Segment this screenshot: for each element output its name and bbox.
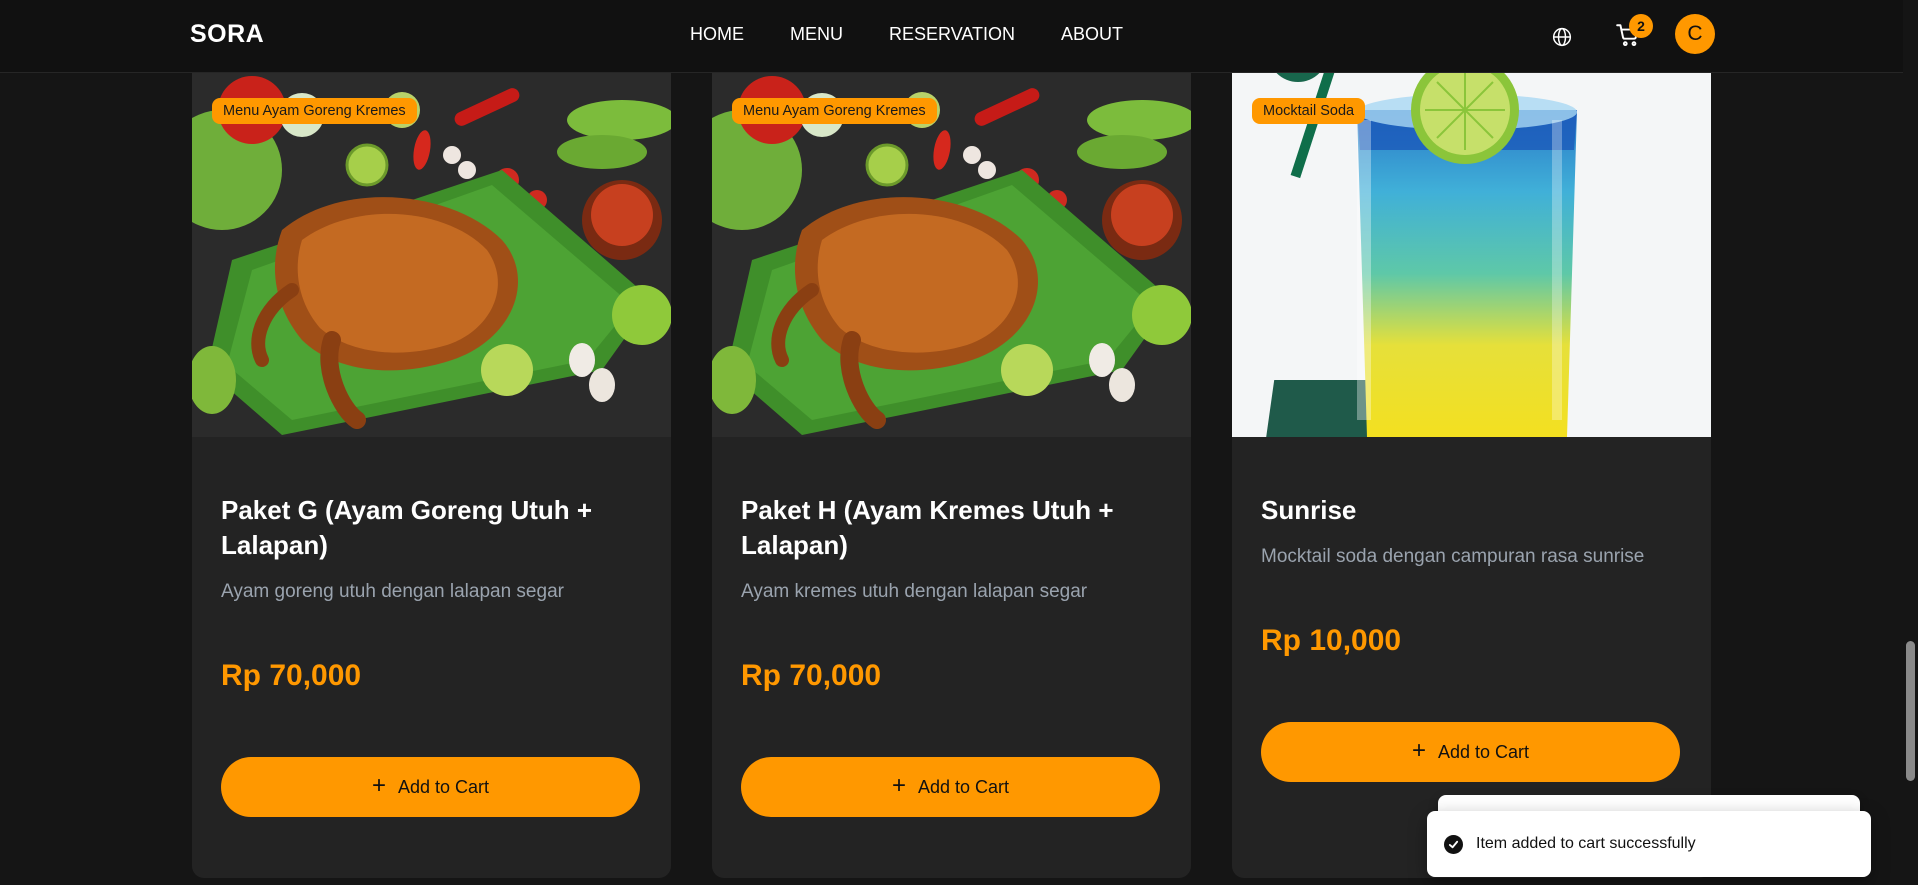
product-description: Mocktail soda dengan campuran rasa sunri… [1261,546,1645,567]
add-to-cart-button[interactable]: + Add to Cart [221,757,640,817]
cart-count-badge: 2 [1629,14,1653,38]
product-image: Menu Ayam Goreng Kremes [712,40,1191,437]
nav-about[interactable]: ABOUT [1061,24,1123,45]
main-nav: HOME MENU RESERVATION ABOUT [690,24,1123,45]
product-card: Menu Ayam Goreng Kremes Paket G (Ayam Go… [192,40,671,878]
cart-button[interactable]: 2 [1611,14,1653,52]
language-button[interactable] [1547,22,1577,52]
add-to-cart-label: Add to Cart [397,776,490,797]
globe-icon [1552,27,1572,46]
product-card: Menu Ayam Goreng Kremes Paket H (Ayam Kr… [712,40,1191,878]
product-price: Rp 70,000 [741,659,882,692]
product-title: Paket G (Ayam Goreng Utuh + Lalapan) [221,495,593,560]
product-image: Menu Ayam Goreng Kremes [192,40,671,437]
plus-icon: + [1411,736,1426,764]
add-to-cart-label: Add to Cart [1437,741,1530,762]
brand-logo[interactable]: SORA [190,20,264,49]
plus-icon: + [891,771,906,799]
header-actions: 2 C [1547,14,1715,54]
product-title: Sunrise [1261,495,1357,525]
product-image: Mocktail Soda [1232,40,1711,437]
product-description: Ayam goreng utuh dengan lalapan segar [221,581,564,602]
product-price: Rp 10,000 [1261,624,1402,657]
product-price: Rp 70,000 [221,659,362,692]
nav-menu[interactable]: MENU [790,24,843,45]
add-to-cart-label: Add to Cart [917,776,1010,797]
category-tag: Menu Ayam Goreng Kremes [732,98,937,124]
product-title: Paket H (Ayam Kremes Utuh + Lalapan) [741,495,1114,560]
add-to-cart-button[interactable]: + Add to Cart [741,757,1160,817]
user-avatar[interactable]: C [1675,14,1715,54]
add-to-cart-button[interactable]: + Add to Cart [1261,722,1680,782]
nav-home[interactable]: HOME [690,24,744,45]
plus-icon: + [371,771,386,799]
toast-notification[interactable]: Item added to cart successfully [1427,811,1871,877]
product-card: Mocktail Soda Sunrise Mocktail soda deng… [1232,40,1711,878]
product-description: Ayam kremes utuh dengan lalapan segar [741,581,1088,602]
check-circle-icon [1444,834,1463,854]
category-tag: Mocktail Soda [1252,98,1366,124]
toast-message: Item added to cart successfully [1476,835,1696,852]
nav-reservation[interactable]: RESERVATION [889,24,1015,45]
top-navbar: SORA HOME MENU RESERVATION ABOUT 2 C [0,0,1903,73]
category-tag: Menu Ayam Goreng Kremes [212,98,417,124]
page-scrollbar-thumb[interactable] [1906,641,1915,781]
